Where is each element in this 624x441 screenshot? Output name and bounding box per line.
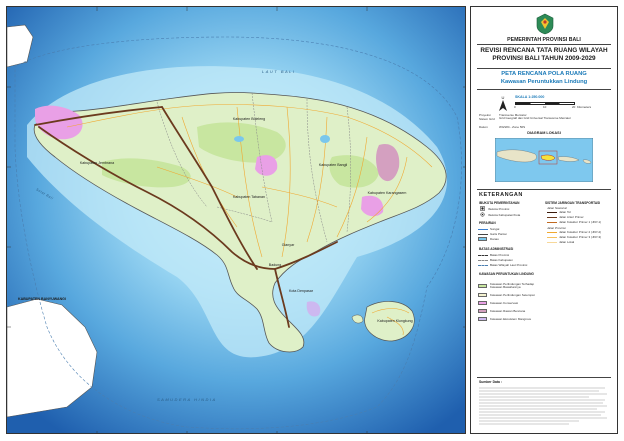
kawasan-swatch-4 — [478, 317, 487, 321]
kawasan-item-2: Kawasan Konservasi — [490, 301, 519, 305]
label-banyuwangi: KABUPATEN BANYUWANGI — [18, 297, 66, 301]
label-gianyar: Gianyar — [281, 243, 295, 247]
lake-batur — [320, 135, 330, 143]
perairan-item-0: Sungai — [490, 227, 500, 231]
batas-item-2: Batas Wilayah Laut Provinsi — [490, 263, 528, 267]
north-arrow-icon: U — [499, 95, 507, 111]
batas-heading: BATAS ADMINISTRASI — [479, 247, 514, 251]
main-title: REVISI RENCANA TATA RUANG WILAYAH PROVIN… — [480, 47, 608, 62]
kawasan-swatch-2 — [478, 301, 487, 305]
sea-label-north: LAUT BALI — [262, 69, 296, 74]
title-divider — [477, 44, 611, 45]
label-badung: Badung — [268, 263, 282, 267]
source-notes — [479, 387, 607, 425]
legend-title: KETERANGAN — [479, 192, 523, 198]
source-divider — [477, 377, 611, 378]
bali-emblem-icon — [536, 13, 554, 35]
label-bangli: Kabupaten Bangli — [318, 163, 348, 167]
map-frame: LAUT BALI SAMUDERA HINDIA Selat Bali KAB… — [6, 6, 466, 434]
scale-tick-0: 0 — [514, 105, 516, 109]
coastline-symbol — [478, 234, 488, 235]
svg-text:U: U — [502, 95, 505, 100]
perairan-item-2: Danau — [490, 237, 499, 241]
local-road-symbol — [547, 242, 557, 243]
provinsi-item-1: Jalan Kolektor Primer 3 (JKP-3) — [559, 235, 602, 239]
province-border-symbol — [478, 255, 488, 256]
jkp3-road-symbol — [547, 237, 557, 238]
perairan-heading: PERAIRAN — [479, 221, 496, 225]
map-subtitle: Kawasan Peruntukkan Lindung — [500, 79, 588, 85]
scale-tick-1: 10 — [543, 105, 547, 109]
ibukota-item-1: Ibukota Kabupaten/Kota — [488, 213, 521, 217]
kawasan-swatch-3 — [478, 309, 487, 313]
grid-label: Sistem Grid — [479, 117, 495, 121]
scale-tick-2: 20 — [572, 105, 576, 109]
legend-divider — [477, 189, 611, 190]
capital-regency-icon — [480, 212, 485, 217]
nasional-item-1: Jalan Arteri Primer — [559, 215, 584, 219]
ibukota-heading: IBUKOTA PEMERINTAHAN — [479, 201, 520, 205]
label-denpasar: Kota Denpasar — [289, 289, 313, 293]
provinsi-item-0: Jalan Kolektor Primer 2 (JKP-2) — [559, 230, 602, 234]
datum-value: WGS84 - Zone 50S — [499, 125, 526, 129]
sea-label-south: SAMUDERA HINDIA — [157, 397, 217, 402]
conservation-central — [255, 155, 278, 176]
label-jembrana: Kabupaten Jembrana — [79, 161, 115, 165]
perairan-item-1: Garis Pantai — [490, 232, 507, 236]
transport-heading: SISTEM JARINGAN TRANSPORTASI — [545, 201, 601, 205]
map-title: PETA RENCANA POLA RUANG — [501, 71, 587, 77]
kawasan-heading: KAWASAN PERUNTUKAN LINDUNG — [479, 272, 534, 276]
toll-road-symbol — [547, 212, 557, 213]
ibukota-item-0: Ibukota Provinsi — [488, 207, 510, 211]
arterial-road-symbol — [547, 217, 557, 218]
river-symbol — [478, 229, 488, 230]
datum-label: Datum — [479, 125, 488, 129]
scale-text: SKALA 1:250.000 — [515, 95, 545, 99]
batas-item-0: Batas Provinsi — [490, 253, 510, 257]
regency-border-symbol — [478, 260, 488, 261]
inset-location-map — [495, 138, 593, 182]
kawasan-item-3: Kawasan Rawan Bencana — [490, 309, 526, 313]
kawasan-item-1: Kawasan Perlindungan Setempat — [490, 293, 535, 297]
kawasan-item-4: Kawasan Ekosistem Mangrove — [490, 317, 532, 321]
kawasan-item-0: Kawasan Perlindungan Terhadap Kawasan Ba… — [490, 282, 535, 290]
label-tabanan: Kabupaten Tabanan — [232, 195, 266, 199]
nasional-item-0: Jalan Tol — [559, 210, 571, 214]
label-karangasem: Kabupaten Karangasem — [367, 191, 407, 195]
provinsi-item-2: Jalan Lokal — [559, 240, 575, 244]
map-sheet: LAUT BALI SAMUDERA HINDIA Selat Bali KAB… — [0, 0, 624, 441]
label-buleleng: Kabupaten Buleleng — [232, 117, 266, 121]
title-divider-3 — [477, 89, 611, 90]
kawasan-swatch-0 — [478, 284, 487, 288]
lake-symbol — [478, 237, 487, 241]
scale-unit: Kilometers — [577, 105, 592, 109]
capital-province-icon — [480, 206, 485, 211]
batas-item-1: Batas Kabupaten — [490, 258, 514, 262]
jkp2-road-symbol — [547, 232, 557, 233]
grid-value: Grid Geografi dan Grid Universal Transve… — [499, 116, 572, 120]
map-canvas — [7, 7, 465, 433]
inset-title: DIAGRAM LOKASI — [527, 131, 561, 135]
lake-beratan — [234, 136, 244, 142]
jkp1-road-symbol — [547, 222, 557, 223]
nasional-item-2: Jalan Kolektor Primer 1 (JKP-1) — [559, 220, 602, 224]
government-name: PEMERINTAH PROVINSI BALI — [507, 37, 581, 43]
legend-panel: PEMERINTAH PROVINSI BALI REVISI RENCANA … — [470, 6, 618, 434]
label-klungkung: Kabupaten Klungkung — [377, 319, 413, 323]
source-heading: Sumber Data : — [479, 380, 502, 384]
kawasan-swatch-1 — [478, 293, 487, 297]
title-divider-2 — [477, 68, 611, 69]
sea-border-symbol — [478, 265, 488, 266]
